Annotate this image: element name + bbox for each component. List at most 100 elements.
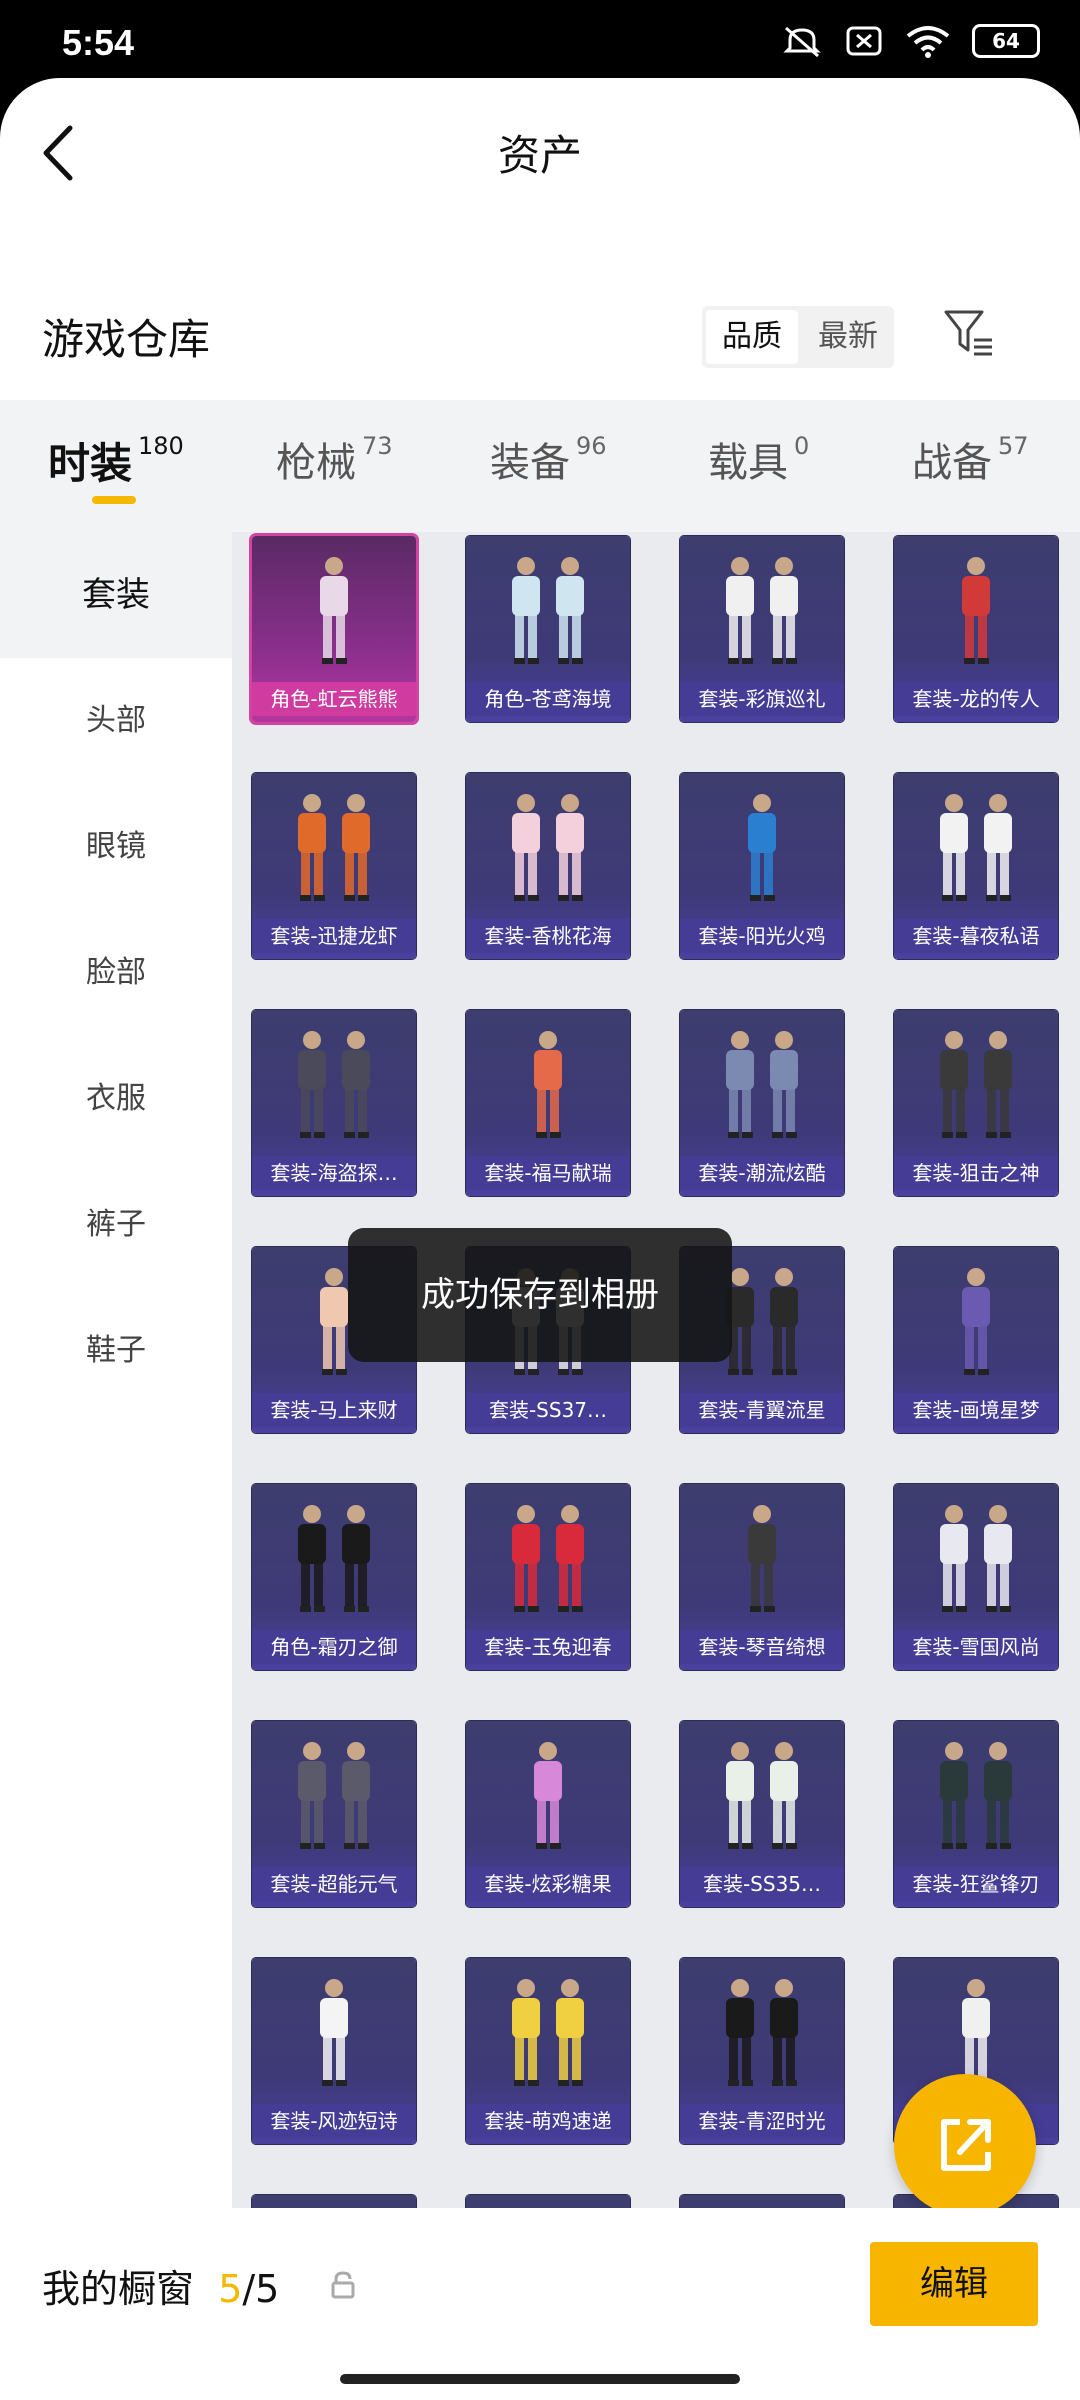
mute-icon <box>783 26 821 58</box>
outfit-card[interactable]: 角色-苍鸢海境 <box>466 536 630 722</box>
outfit-card[interactable]: 套装-画境星梦 <box>894 1247 1058 1433</box>
outfit-card[interactable]: 套装-玉兔迎春 <box>466 1484 630 1670</box>
tab-vehicles[interactable]: 载具 0 <box>708 430 809 488</box>
share-icon <box>941 2119 991 2171</box>
outfit-figure-icon <box>298 1031 370 1138</box>
battery-indicator: 64 <box>972 24 1040 58</box>
no-sim-icon <box>846 26 882 56</box>
section-title: 游戏仓库 <box>42 315 211 364</box>
outfit-figure-icon <box>748 1505 776 1612</box>
category-tabs: 时装 180 枪械 73 装备 96 载具 0 战备 57 <box>0 400 1080 532</box>
sidebar: 套装 头部 眼镜 脸部 衣服 裤子 鞋子 <box>0 532 232 2220</box>
sidebar-item-shoes[interactable]: 鞋子 <box>0 1288 232 1414</box>
outfit-card-label: 套装-雪国风尚 <box>894 1630 1058 1664</box>
outfit-card[interactable]: 套装-琴音绮想 <box>680 1484 844 1670</box>
outfit-card[interactable]: 套装-龙的传人 <box>894 536 1058 722</box>
tab-equipment[interactable]: 装备 96 <box>490 430 607 488</box>
outfit-card[interactable]: 套装-彩旗巡礼 <box>680 536 844 722</box>
outfit-card[interactable]: 角色-霜刃之御 <box>252 1484 416 1670</box>
outfit-card[interactable]: 套装-炫彩糖果 <box>466 1721 630 1907</box>
outfit-card-label: 套装-萌鸡速递 <box>466 2104 630 2138</box>
outfit-figure-icon <box>726 1031 798 1138</box>
outfit-card[interactable]: 套装-迅捷龙虾 <box>252 773 416 959</box>
outfit-card[interactable]: 套装-狂鲨锋刃 <box>894 1721 1058 1907</box>
outfit-card-label: 套装-画境星梦 <box>894 1393 1058 1427</box>
outfit-card[interactable]: 套装-香桃花海 <box>466 773 630 959</box>
outfit-figure-icon <box>512 794 584 901</box>
status-icons: 64 <box>782 24 1040 58</box>
outfit-card[interactable]: 套装-SS35… <box>680 1721 844 1907</box>
outfit-figure-icon <box>298 1505 370 1612</box>
outfit-figure-icon <box>940 1031 1012 1138</box>
sort-quality-button[interactable]: 品质 <box>706 310 798 364</box>
outfit-figure-icon <box>726 557 798 664</box>
outfit-card-label: 套装-青翼流星 <box>680 1393 844 1427</box>
lock-icon <box>331 2271 355 2299</box>
sidebar-item-pants[interactable]: 裤子 <box>0 1162 232 1288</box>
outfit-card-label: 套装-风迹短诗 <box>252 2104 416 2138</box>
outfit-card[interactable]: 套装-潮流炫酷 <box>680 1010 844 1196</box>
outfit-figure-icon <box>940 794 1012 901</box>
outfit-card[interactable]: 套装-超能元气 <box>252 1721 416 1907</box>
outfit-card[interactable]: 套装-狙击之神 <box>894 1010 1058 1196</box>
tab-fashion[interactable]: 时装 180 <box>48 430 184 491</box>
outfit-figure-icon <box>726 1979 798 2086</box>
outfit-card-label: 角色-虹云熊熊 <box>252 682 416 716</box>
outfit-card[interactable]: 套装-海盗探… <box>252 1010 416 1196</box>
toast-message: 成功保存到相册 <box>348 1228 732 1362</box>
outfit-card-label: 套装-迅捷龙虾 <box>252 919 416 953</box>
outfit-card-label: 套装-阳光火鸡 <box>680 919 844 953</box>
outfit-card-label: 套装-超能元气 <box>252 1867 416 1901</box>
home-indicator[interactable] <box>340 2374 740 2384</box>
sidebar-item-face[interactable]: 脸部 <box>0 910 232 1036</box>
outfit-figure-icon <box>298 794 370 901</box>
outfit-card-label: 角色-霜刃之御 <box>252 1630 416 1664</box>
status-bar: 5:54 64 <box>0 0 1080 78</box>
outfit-card-label: 套装-青涩时光 <box>680 2104 844 2138</box>
outfit-card-label: 套装-龙的传人 <box>894 682 1058 716</box>
outfit-card-label: 套装-潮流炫酷 <box>680 1156 844 1190</box>
outfit-card[interactable]: 套装-福马献瑞 <box>466 1010 630 1196</box>
outfit-card[interactable]: 套装-阳光火鸡 <box>680 773 844 959</box>
outfit-card-label: 套装-马上来财 <box>252 1393 416 1427</box>
outfit-figure-icon <box>962 557 990 664</box>
item-grid: 角色-虹云熊熊 角色-苍鸢海境 套装-彩旗巡礼 套装-龙的传人套装-迅捷龙虾 套装-香桃… <box>232 532 1080 2220</box>
outfit-figure-icon <box>320 557 348 664</box>
outfit-card[interactable]: 套装-萌鸡速递 <box>466 1958 630 2144</box>
outfit-card-label: 套装-SS37… <box>466 1393 630 1427</box>
outfit-card[interactable]: 套装-青涩时光 <box>680 1958 844 2144</box>
status-time: 5:54 <box>62 22 135 63</box>
outfit-card-label: 角色-苍鸢海境 <box>466 682 630 716</box>
sidebar-item-head[interactable]: 头部 <box>0 658 232 784</box>
outfit-card[interactable]: 套装-风迹短诗 <box>252 1958 416 2144</box>
sidebar-item-glasses[interactable]: 眼镜 <box>0 784 232 910</box>
outfit-card-label: 套装-福马献瑞 <box>466 1156 630 1190</box>
outfit-card-label: 套装-香桃花海 <box>466 919 630 953</box>
outfit-figure-icon <box>512 557 584 664</box>
outfit-card-label: 套装-SS35… <box>680 1867 844 1901</box>
header: 资产 <box>0 78 1080 218</box>
outfit-figure-icon <box>534 1031 562 1138</box>
sidebar-item-clothes[interactable]: 衣服 <box>0 1036 232 1162</box>
outfit-figure-icon <box>962 1268 990 1375</box>
sort-newest-button[interactable]: 最新 <box>802 306 894 368</box>
sidebar-item-outfit[interactable]: 套装 <box>0 532 232 658</box>
filter-icon[interactable] <box>942 306 996 360</box>
outfit-card[interactable]: 套装-暮夜私语 <box>894 773 1058 959</box>
wifi-icon <box>906 26 950 58</box>
tab-supplies[interactable]: 战备 57 <box>912 430 1029 488</box>
share-fab-button[interactable] <box>894 2074 1036 2216</box>
page-title: 资产 <box>497 131 582 180</box>
active-tab-indicator <box>92 496 136 504</box>
edit-button[interactable]: 编辑 <box>870 2242 1038 2326</box>
outfit-figure-icon <box>534 1742 562 1849</box>
outfit-figure-icon <box>320 1979 348 2086</box>
outfit-card-label: 套装-暮夜私语 <box>894 919 1058 953</box>
tab-firearms[interactable]: 枪械 73 <box>276 430 393 488</box>
sort-toggle: 品质 最新 <box>702 306 894 368</box>
showcase-label: 我的橱窗 5/5 <box>42 2267 280 2311</box>
outfit-card-label: 套装-玉兔迎春 <box>466 1630 630 1664</box>
outfit-card[interactable]: 角色-虹云熊熊 <box>252 536 416 722</box>
outfit-card[interactable]: 套装-雪国风尚 <box>894 1484 1058 1670</box>
outfit-card-label: 套装-炫彩糖果 <box>466 1867 630 1901</box>
